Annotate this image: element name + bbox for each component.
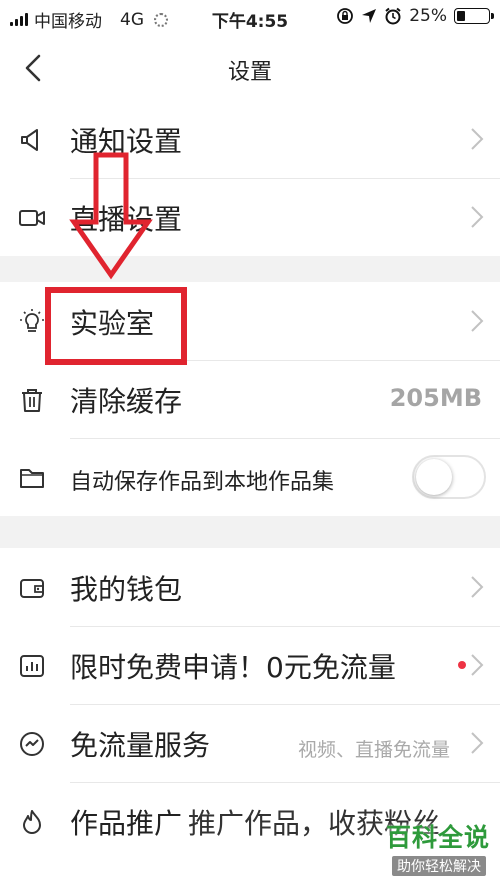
folder-icon xyxy=(20,469,44,488)
rotation-lock-icon xyxy=(337,8,354,24)
row-label: 作品推广 xyxy=(70,807,183,840)
row-label: 限时免费申请！0元免流量 xyxy=(70,651,396,684)
row-auto-save[interactable]: 自动保存作品到本地作品集 xyxy=(0,438,500,516)
wallet-icon xyxy=(20,579,44,598)
nav-bar: 设置 xyxy=(0,36,500,101)
battery-icon xyxy=(454,8,494,24)
red-dot-badge xyxy=(458,661,466,669)
trend-icon xyxy=(20,732,44,756)
row-wallet[interactable]: 我的钱包 xyxy=(0,548,500,626)
flame-icon xyxy=(23,810,41,834)
watermark-tagline: 助你轻松解决 xyxy=(392,856,486,876)
row-free-data-promo[interactable]: 限时免费申请！0元免流量 xyxy=(0,626,500,704)
chevron-right-icon xyxy=(471,206,484,228)
row-label: 实验室 xyxy=(70,307,155,340)
location-arrow-icon xyxy=(362,9,377,23)
auto-save-toggle[interactable] xyxy=(412,455,486,499)
row-live-settings[interactable]: 直播设置 xyxy=(0,178,500,256)
row-label: 直播设置 xyxy=(70,203,183,236)
alarm-clock-icon xyxy=(385,7,401,25)
row-label: 自动保存作品到本地作品集 xyxy=(70,470,335,495)
chevron-right-icon xyxy=(471,576,484,598)
row-label: 通知设置 xyxy=(70,125,183,158)
cache-size-value: 205MB xyxy=(389,384,482,412)
row-clear-cache[interactable]: 清除缓存 205MB xyxy=(0,360,500,438)
row-label: 清除缓存 xyxy=(70,385,183,418)
toggle-knob xyxy=(416,459,452,495)
battery-percent: 25% xyxy=(409,6,447,26)
trash-icon xyxy=(22,389,42,412)
megaphone-icon xyxy=(21,129,38,151)
chevron-right-icon xyxy=(471,128,484,150)
row-label: 我的钱包 xyxy=(70,573,183,606)
chevron-right-icon xyxy=(471,654,484,676)
settings-group-tools: 实验室 清除缓存 205MB 自动保存作品到本地作品集 xyxy=(0,282,500,516)
row-free-data-service[interactable]: 免流量服务 视频、直播免流量 xyxy=(0,704,500,782)
video-camera-icon xyxy=(19,210,45,226)
row-notification-settings[interactable]: 通知设置 xyxy=(0,100,500,178)
row-lab[interactable]: 实验室 xyxy=(0,282,500,360)
chevron-right-icon xyxy=(471,310,484,332)
settings-group-notifications: 通知设置 直播设置 xyxy=(0,100,500,256)
lightbulb-icon xyxy=(20,309,44,332)
status-bar: 中国移动 4G 下午4:55 25% xyxy=(0,0,500,36)
page-title: 设置 xyxy=(227,60,272,85)
watermark-logo: 百科全说 xyxy=(385,823,490,852)
chart-icon xyxy=(20,655,44,677)
battery-level xyxy=(457,11,465,21)
row-subtitle: 视频、直播免流量 xyxy=(297,739,450,761)
chevron-right-icon xyxy=(471,732,484,754)
row-label: 免流量服务 xyxy=(70,729,211,762)
